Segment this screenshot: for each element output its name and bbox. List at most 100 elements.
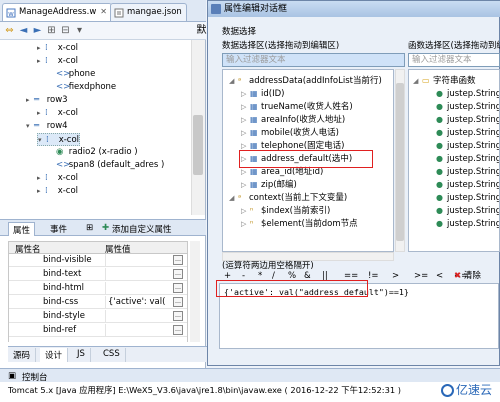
function-icon: ● <box>436 193 443 202</box>
tree-node[interactable]: ▸ ⁞ x-col <box>37 185 78 198</box>
property-value[interactable] <box>105 310 165 322</box>
tree-node[interactable]: ▸ ⁞ x-col <box>37 55 78 68</box>
edit-dots-button[interactable]: … <box>173 283 183 293</box>
tab-events[interactable]: 事件 <box>46 222 71 236</box>
function-node[interactable]: ● justep.String <box>427 178 499 191</box>
expand-arrow-icon[interactable]: ▸ <box>37 107 45 120</box>
variable-node[interactable]: ▷ ▦ id(ID) <box>241 87 284 100</box>
property-row[interactable]: bind-ref … <box>9 324 187 337</box>
operator-button[interactable]: < <box>436 271 443 281</box>
function-node[interactable]: ● justep.String <box>427 126 499 139</box>
expand-arrow-icon[interactable]: ◢ <box>229 192 238 205</box>
expand-arrow-icon[interactable]: ◢ <box>413 75 422 88</box>
property-name: bind-ref <box>43 325 77 335</box>
function-node[interactable]: ● justep.String <box>427 139 499 152</box>
tree-node[interactable]: ▸ ═ row3 <box>26 94 68 107</box>
clear-button[interactable]: ✖ 清除 <box>454 269 481 281</box>
data-icon: ᵃ <box>238 193 242 202</box>
property-row[interactable]: bind-text… <box>9 268 187 281</box>
operator-button[interactable]: != <box>368 271 379 281</box>
function-node[interactable]: ● justep.String <box>427 165 500 178</box>
forward-icon[interactable]: ► <box>32 25 43 36</box>
add-custom-attr-button[interactable]: 添加自定义属性 <box>108 222 176 236</box>
properties-scrollbar[interactable] <box>190 241 200 342</box>
tree-node[interactable]: ▾ ⁞ x-col <box>37 133 81 147</box>
operator-button[interactable]: > <box>392 271 399 281</box>
property-value[interactable] <box>105 268 165 280</box>
property-row[interactable]: bind-visible… <box>9 254 187 267</box>
tab-close-icon[interactable]: ✕ <box>100 7 107 16</box>
edit-dots-button[interactable]: … <box>173 255 183 265</box>
variable-node[interactable]: ◢ ᵃ context(当前上下文变量) <box>229 191 347 204</box>
var-icon: ⁿ <box>250 219 254 228</box>
tree-node[interactable]: <> span8 (default_adres ) <box>48 159 164 172</box>
expand-arrow-icon[interactable]: ▾ <box>38 134 46 147</box>
tab-manageaddress[interactable]: w ManageAddress.w ✕ <box>2 3 112 21</box>
tab-js[interactable]: JS <box>72 348 91 362</box>
var-filter-input[interactable]: 输入过滤器文本 <box>222 53 405 67</box>
expand-arrow-icon[interactable]: ▸ <box>37 42 45 55</box>
property-edit-dialog: 属性编辑对话框 数据选择 数据选择区(选择拖动到编辑区) 函数选择区(选择拖动到… <box>207 0 500 366</box>
variable-node[interactable]: ▷ ⁿ $index(当前索引) <box>241 204 330 217</box>
edit-dots-button[interactable]: … <box>173 325 183 335</box>
variable-node[interactable]: ▷ ▦ mobile(收货人电话) <box>241 126 339 139</box>
tree-node[interactable]: <> fiexdphone <box>48 81 116 94</box>
tree-node[interactable]: ▸ ⁞ x-col <box>37 172 78 185</box>
tab-design[interactable]: 设计 <box>40 348 69 362</box>
property-value[interactable] <box>105 282 165 294</box>
tree-node[interactable]: ▸ ⁞ x-col <box>37 42 78 55</box>
function-label: justep.String <box>447 167 500 177</box>
tree-node[interactable]: ▸ ⁞ x-col <box>37 107 78 120</box>
back-icon[interactable]: ◄ <box>18 25 29 36</box>
fn-area-label: 函数选择区(选择拖动到编 <box>408 41 500 51</box>
expand-arrow-icon[interactable]: ▸ <box>37 185 45 198</box>
function-node[interactable]: ● justep.String <box>427 217 499 230</box>
property-value[interactable] <box>105 254 165 266</box>
menu-icon[interactable]: ▾ <box>74 25 85 36</box>
operator-button[interactable]: >= <box>414 271 428 281</box>
dialog-titlebar[interactable]: 属性编辑对话框 <box>208 1 500 17</box>
edit-dots-button[interactable]: … <box>173 297 183 307</box>
tab-source[interactable]: 源码 <box>8 348 37 362</box>
expand-arrow-icon[interactable]: ▸ <box>37 172 45 185</box>
variable-node[interactable]: ◢ ᵃ addressData(addInfoList当前行) <box>229 74 382 87</box>
tab-view-icon[interactable]: ⊞ <box>82 222 97 236</box>
edit-dots-button[interactable]: … <box>173 269 183 279</box>
collapse-icon[interactable]: ⊟ <box>60 25 71 36</box>
function-icon: ● <box>436 154 443 163</box>
tree-node[interactable]: ◉ radio2 (x-radio ) <box>48 146 138 159</box>
property-value[interactable] <box>105 324 165 336</box>
property-row[interactable]: bind-html… <box>9 282 187 295</box>
tab-css[interactable]: CSS <box>98 348 126 362</box>
function-node[interactable]: ● justep.String <box>427 100 499 113</box>
variable-node[interactable]: ▷ ⁿ $element(当前dom节点 <box>241 217 358 230</box>
function-category[interactable]: ◢ ▭ 字符串函数 <box>413 74 476 87</box>
property-row[interactable]: bind-style… <box>9 310 187 323</box>
sync-icon[interactable]: ⇔ <box>4 25 15 36</box>
tab-mangae-json[interactable]: mangae.json <box>110 3 187 21</box>
tree-node[interactable]: <> phone <box>48 68 95 81</box>
edit-dots-button[interactable]: … <box>173 311 183 321</box>
file-w-icon: w <box>6 8 16 18</box>
function-node[interactable]: ● justep.String <box>427 204 499 217</box>
expand-arrow-icon[interactable]: ▸ <box>37 55 45 68</box>
function-node[interactable]: ● justep.String <box>427 191 499 204</box>
tree-node[interactable]: ▾ ═ row4 <box>26 120 68 133</box>
expand-arrow-icon[interactable]: ▷ <box>241 218 250 231</box>
function-node[interactable]: ● justep.String <box>427 113 499 126</box>
tree-scroll-thumb[interactable] <box>193 115 203 175</box>
expand-arrow-icon[interactable]: ▾ <box>26 120 34 133</box>
variable-node[interactable]: ▷ ▦ zip(邮编) <box>241 178 297 191</box>
function-node[interactable]: ● justep.String <box>427 87 499 100</box>
expand-arrow-icon[interactable]: ◢ <box>229 75 238 88</box>
property-value[interactable]: {'active': val("ac <box>105 296 165 308</box>
property-row[interactable]: bind-css{'active': val("ac… <box>9 296 187 309</box>
expand-arrow-icon[interactable]: ▸ <box>26 94 34 107</box>
variable-scroll-thumb[interactable] <box>396 83 404 241</box>
variable-node[interactable]: ▷ ▦ areaInfo(收货人地址) <box>241 113 345 126</box>
add-icon[interactable]: ⊞ <box>46 25 57 36</box>
function-node[interactable]: ● justep.String <box>427 152 499 165</box>
variable-node[interactable]: ▷ ▦ trueName(收货人姓名) <box>241 100 353 113</box>
tab-properties[interactable]: 属性 <box>8 222 36 236</box>
fn-filter-input[interactable]: 输入过滤器文本 <box>408 53 500 67</box>
